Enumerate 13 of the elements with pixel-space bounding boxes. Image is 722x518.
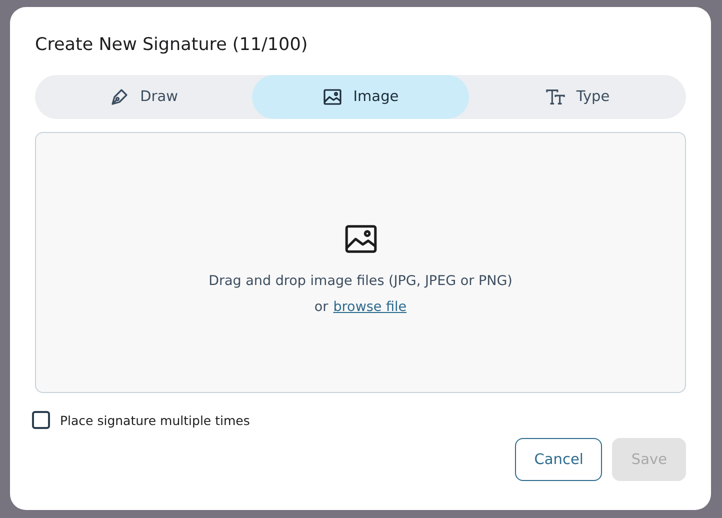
tab[interactable]: Draw — [35, 75, 252, 119]
cancel-button[interactable]: Cancel — [515, 438, 602, 481]
checkbox-label: Place signature multiple times — [60, 412, 250, 428]
dialog-title: Create New Signature (11/100) — [35, 35, 309, 55]
or-text: or — [314, 298, 328, 314]
tab[interactable]: Type — [469, 75, 686, 119]
checkbox[interactable] — [32, 411, 50, 429]
browse-file-link[interactable]: browse file — [333, 298, 407, 314]
drop-instruction: Drag and drop image files (JPG, JPEG or PNG) — [208, 272, 512, 288]
image-icon — [322, 87, 344, 107]
drop-zone[interactable]: Drag and drop image files (JPG, JPEG or PNG) or browse file — [35, 132, 686, 393]
tab[interactable]: Image — [252, 75, 469, 119]
text-type-icon — [545, 87, 566, 107]
